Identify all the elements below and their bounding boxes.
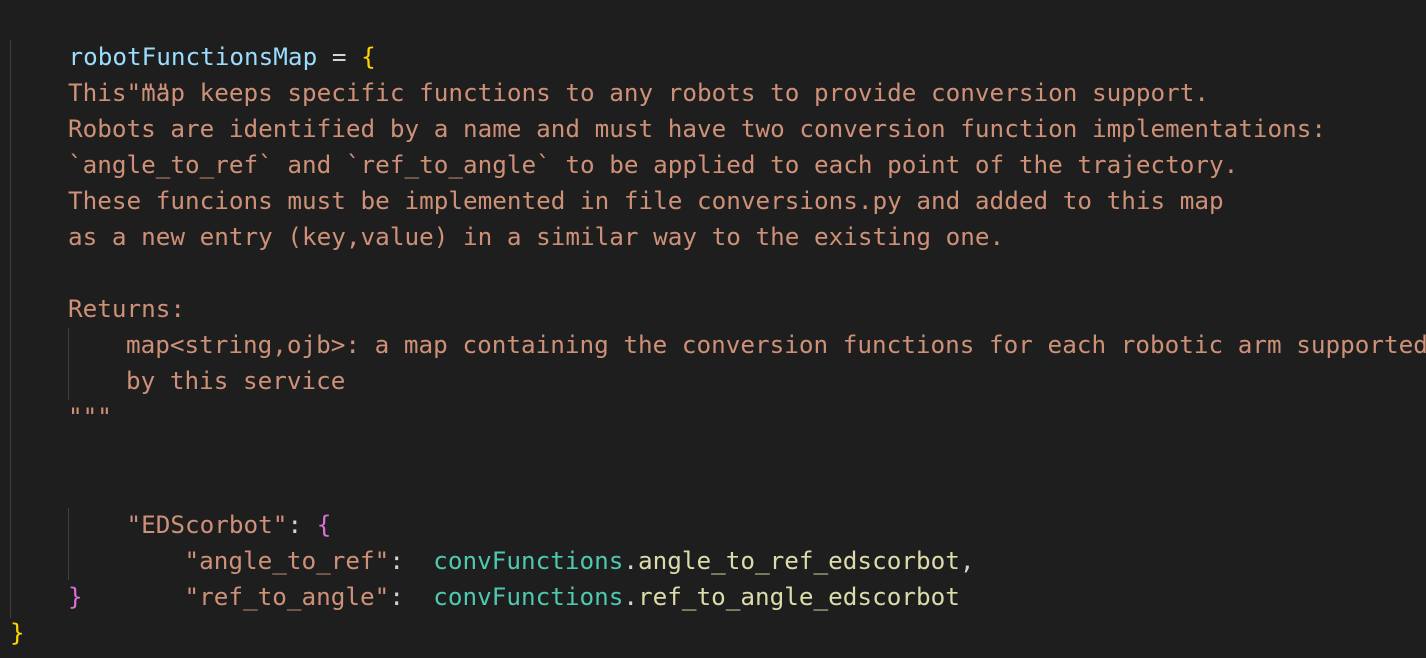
function-name: ref_to_angle_edscorbot [638,582,960,611]
docstring-line: These funcions must be implemented in fi… [68,186,1224,215]
indent-guide [10,40,11,618]
code-line: """ [68,39,171,107]
docstring-line: map<string,ojb>: a map containing the co… [126,330,1426,359]
open-brace: { [361,42,376,71]
docstring-line: as a new entry (key,value) in a similar … [68,222,1005,251]
colon: : [389,582,434,611]
docstring-returns-label: Returns: [68,294,186,323]
code-editor[interactable]: robotFunctionsMap = { """ This map keeps… [0,0,1426,658]
comma: , [959,546,975,575]
docstring-line: `angle_to_ref` and `ref_to_angle` to be … [68,150,1239,179]
item-key: "ref_to_angle" [184,582,390,611]
docstring-line: Robots are identified by a name and must… [68,114,1327,143]
close-brace: } [68,582,83,611]
close-brace: } [10,618,25,647]
code-line: robotFunctionsMap = { [10,3,376,71]
docstring-line: This map keeps specific functions to any… [68,78,1209,107]
module-name: convFunctions [433,582,624,611]
assign-operator: = [317,42,362,71]
docstring-close: """ [68,402,112,431]
indent-guide [68,328,69,400]
code-line: "ref_to_angle": convFunctions.ref_to_ang… [126,543,960,611]
code-line: "EDScorbot": { [68,471,332,539]
code-line: "angle_to_ref": convFunctions.angle_to_r… [126,507,975,575]
dot: . [623,582,639,611]
docstring-line: by this service [126,366,346,395]
